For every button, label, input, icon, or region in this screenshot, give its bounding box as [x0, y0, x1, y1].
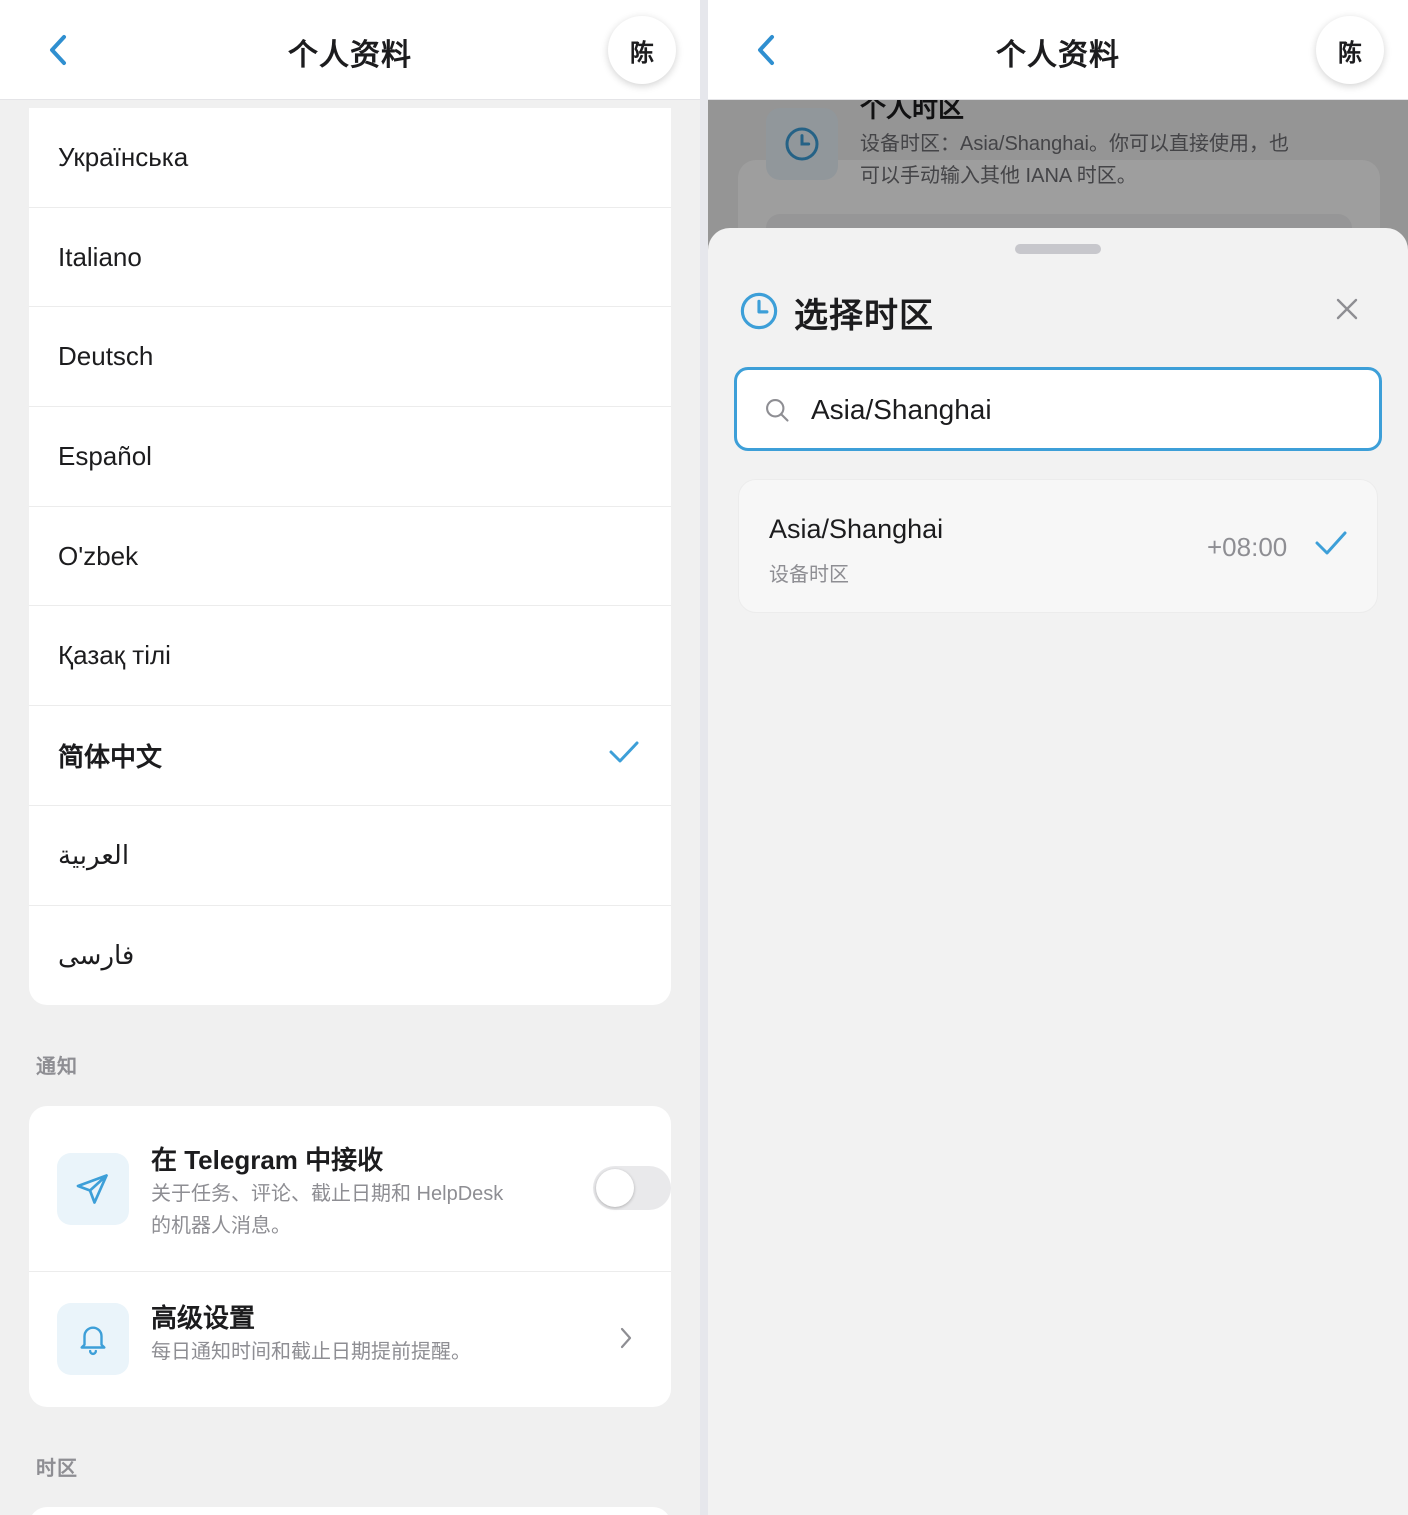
timezone-result-item[interactable]: Asia/Shanghai 设备时区 +08:00 — [738, 479, 1378, 613]
telegram-desc-line2: 的机器人消息。 — [151, 1215, 291, 1237]
clock-icon — [740, 292, 778, 330]
timezone-name: Asia/Shanghai — [769, 514, 944, 544]
timezone-subtitle: 设备时区 — [769, 564, 849, 586]
top-bar: 个人资料 陈 — [708, 0, 1408, 100]
language-item-ukrainian[interactable]: Українська — [29, 108, 671, 208]
notifications-section-label: 通知 — [36, 1056, 78, 1078]
language-label: Deutsch — [58, 341, 154, 372]
language-label: فارسی — [58, 939, 135, 970]
language-item-uzbek[interactable]: O'zbek — [29, 507, 671, 607]
telegram-toggle[interactable] — [593, 1166, 671, 1210]
timezone-offset: +08:00 — [1207, 532, 1288, 562]
avatar[interactable]: 陈 — [1316, 16, 1384, 84]
bell-icon — [80, 1326, 106, 1356]
timezone-search-box — [734, 367, 1382, 451]
telegram-title: 在 Telegram 中接收 — [151, 1145, 384, 1175]
close-icon — [1336, 298, 1358, 320]
search-icon — [766, 399, 789, 422]
language-label: Қазақ тілі — [58, 640, 171, 671]
language-label: Español — [58, 440, 152, 471]
send-icon — [76, 1174, 108, 1204]
language-label: 简体中文 — [58, 741, 163, 772]
language-item-german[interactable]: Deutsch — [29, 307, 671, 408]
chevron-right-icon — [620, 1327, 632, 1349]
pane-divider — [700, 0, 708, 1515]
timezone-search-input[interactable] — [811, 386, 1351, 434]
timezone-picker-screen: 个人时区 设备时区：Asia/Shanghai。你可以直接使用，也 可以手动输入… — [708, 0, 1408, 1515]
advanced-settings-description: 每日通知时间和截止日期提前提醒。 — [151, 1341, 471, 1363]
page-title: 个人资料 — [996, 39, 1120, 72]
toggle-knob — [596, 1169, 634, 1207]
advanced-settings-row[interactable]: 高级设置 每日通知时间和截止日期提前提醒。 — [29, 1272, 671, 1407]
timezone-card — [29, 1507, 671, 1515]
telegram-desc-line1: 关于任务、评论、截止日期和 HelpDesk — [151, 1183, 504, 1205]
language-item-arabic[interactable]: العربية — [29, 806, 671, 906]
language-item-italian[interactable]: Italiano — [29, 208, 671, 308]
page-title: 个人资料 — [288, 39, 412, 72]
language-item-persian[interactable]: فارسی — [29, 906, 671, 1006]
telegram-notification-row: 在 Telegram 中接收 关于任务、评论、截止日期和 HelpDesk 的机… — [29, 1106, 671, 1271]
profile-screen: 个人资料 陈 Українська Italiano Deutsch Españ… — [0, 0, 700, 1515]
language-item-simplified-chinese[interactable]: 简体中文 — [29, 706, 671, 806]
avatar[interactable]: 陈 — [608, 16, 676, 84]
telegram-description: 关于任务、评论、截止日期和 HelpDesk 的机器人消息。 — [151, 1178, 503, 1242]
language-item-kazakh[interactable]: Қазақ тілі — [29, 606, 671, 707]
top-bar: 个人资料 陈 — [0, 0, 700, 100]
bell-icon-box — [57, 1303, 129, 1375]
advanced-settings-title: 高级设置 — [151, 1303, 256, 1333]
language-label: O'zbek — [58, 540, 139, 571]
sheet-title: 选择时区 — [794, 297, 934, 335]
checkmark-icon — [1315, 531, 1347, 555]
checkmark-icon — [609, 741, 639, 763]
notifications-card: 在 Telegram 中接收 关于任务、评论、截止日期和 HelpDesk 的机… — [29, 1106, 671, 1407]
sheet-grabber[interactable] — [1015, 244, 1101, 254]
telegram-icon-box — [57, 1153, 129, 1225]
language-label: Українська — [58, 141, 189, 172]
timezone-bottom-sheet: 选择时区 Asia/Shanghai 设备时区 +08:00 — [708, 228, 1408, 1515]
language-label: العربية — [58, 839, 130, 870]
close-button[interactable] — [1328, 290, 1366, 328]
language-item-spanish[interactable]: Español — [29, 407, 671, 507]
language-label: Italiano — [58, 241, 142, 272]
timezone-section-label: 时区 — [36, 1458, 78, 1480]
language-list: Українська Italiano Deutsch Español O'zb… — [29, 108, 671, 1005]
